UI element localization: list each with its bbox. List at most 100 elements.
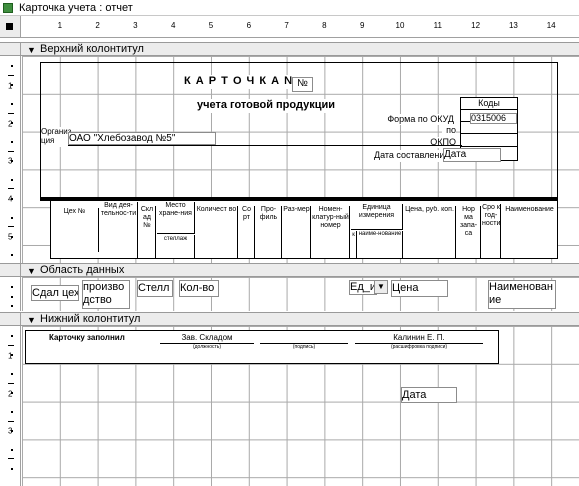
ruler-number: 4 [170, 21, 176, 30]
ruler-tick [11, 305, 13, 308]
okpo-label: ОКПО [424, 137, 456, 148]
ruler-number: 11 [433, 21, 442, 30]
codes-row-okpo [461, 135, 517, 147]
ruler-number: 1 [8, 351, 13, 361]
ruler-number: 10 [395, 21, 405, 30]
report-selector[interactable] [0, 16, 21, 38]
col-header-name: Наименование [502, 206, 557, 258]
date-compiled-label: Дата составлени [374, 150, 446, 162]
okud-code-field[interactable]: 0315006 [470, 113, 517, 124]
page-footer-area: Карточку заполнил Зав. Складом (должност… [22, 326, 579, 486]
ruler-tick [8, 112, 14, 114]
field-shelf[interactable]: Стелл [137, 280, 173, 297]
position-value: Зав. Складом [181, 333, 233, 342]
ruler-number: 3 [8, 156, 13, 166]
filled-by-label: Карточку заполнил [49, 333, 125, 342]
section-arrow-icon: ▼ [27, 315, 36, 325]
field-activity[interactable]: произво дство [82, 280, 130, 309]
ruler-number: 3 [8, 426, 13, 436]
col-header-shop: Цех № [51, 208, 99, 252]
ruler-tick [11, 141, 13, 144]
ruler-tick [11, 65, 13, 68]
ruler-tick [8, 188, 14, 190]
col-subheader-unit-name: наиме-нование [358, 231, 403, 258]
card-number-field[interactable]: № [292, 77, 313, 92]
ruler-number: 2 [95, 21, 100, 30]
ruler-tick [11, 295, 13, 298]
section-title-page-header: Верхний колонтитул [40, 43, 144, 55]
okud-label: Форма по ОКУД [382, 114, 454, 125]
vertical-ruler-detail [0, 277, 21, 311]
field-quantity[interactable]: Кол-во [179, 280, 219, 297]
ruler-tick [11, 467, 13, 470]
col-header-profile: Про-филь [256, 206, 282, 258]
organization-label: Организа ция [41, 127, 71, 147]
ruler-number: 5 [8, 232, 13, 242]
col-header-grade: Со рт [239, 206, 255, 258]
ruler-tick [8, 150, 14, 152]
detail-area: Сдал цех произво дство Стелл Кол-во Ед_и… [22, 277, 579, 311]
ruler-tick [11, 254, 13, 257]
ruler-tick [8, 74, 14, 76]
ruler-tick [11, 178, 13, 181]
ruler-tick [11, 335, 13, 338]
po-label: по [442, 125, 456, 136]
employee-name-caption: (расшифровка подписи) [390, 344, 448, 350]
col-subheader-shelf: стеллаж [157, 235, 195, 258]
col-header-size: Раз-мер [283, 206, 311, 258]
employee-name: Калинин Е. П. [393, 333, 445, 342]
ruler-number: 5 [208, 21, 214, 30]
ruler-number: 9 [359, 21, 365, 30]
position-caption: (должность) [192, 344, 222, 350]
ruler-number: 1 [57, 21, 63, 30]
section-bar-detail[interactable]: ▼ Область данных [0, 263, 579, 277]
section-title-detail: Область данных [40, 264, 125, 276]
section-arrow-icon: ▼ [27, 45, 36, 55]
ruler-tick [8, 382, 14, 384]
section-title-page-footer: Нижний колонтитул [40, 313, 141, 325]
ruler-number: 1 [8, 81, 13, 91]
card-title: К А Р Т О Ч К А № [184, 75, 302, 89]
col-header-activity: Вид дея-тельнос-ти [100, 202, 138, 258]
codes-label: Коды [461, 98, 517, 110]
ruler-number: 14 [546, 21, 556, 30]
report-icon [3, 3, 13, 13]
ruler-number: 12 [471, 21, 481, 30]
ruler-tick [11, 216, 13, 219]
vertical-ruler-header: 1 2 3 4 5 [0, 56, 21, 263]
footer-date-field[interactable]: Дата [401, 387, 457, 403]
organization-field[interactable]: ОАО "Хлебозавод №5" [68, 132, 216, 145]
col-header-unit: Единица измерения [351, 204, 403, 230]
field-price[interactable]: Цена [391, 280, 448, 297]
col-header-price: Цена, руб. коп. [404, 206, 456, 258]
vertical-ruler-footer: 1 2 3 [0, 326, 21, 486]
ruler-tick [8, 226, 14, 228]
section-arrow-icon: ▼ [27, 266, 36, 276]
col-header-quantity: Количест во [196, 206, 238, 258]
col-header-nomenclature: Номен-клатур-ный номер [312, 206, 350, 258]
window-title: Карточка учета : отчет [19, 2, 133, 14]
ruler-tick [11, 373, 13, 376]
card-subtitle: учета готовой продукции [197, 99, 347, 113]
section-bar-lead [0, 313, 21, 325]
ruler-tick [11, 448, 13, 451]
field-name[interactable]: Наименован ие [488, 280, 556, 309]
section-bar-lead [0, 264, 21, 276]
col-header-shelf-life: Сро к год-ности [482, 204, 501, 258]
window-titlebar: Карточка учета : отчет [0, 0, 579, 16]
col-header-stock-norm: Нор ма запа-са [457, 206, 481, 258]
section-bar-page-footer[interactable]: ▼ Нижний колонтитул [0, 312, 579, 326]
ruler-number: 3 [133, 21, 138, 30]
col-header-warehouse: Скл ад № [139, 206, 156, 258]
ruler-number: 7 [284, 21, 289, 30]
ruler-number: 4 [8, 194, 13, 204]
date-compiled-field[interactable]: Дата [443, 148, 501, 162]
section-bar-page-header[interactable]: ▼ Верхний колонтитул [0, 42, 579, 56]
ruler-number: 2 [8, 119, 13, 129]
ruler-tick [11, 411, 13, 414]
field-shop[interactable]: Сдал цех [31, 285, 79, 301]
unit-dropdown-icon[interactable]: ▼ [374, 280, 388, 294]
field-unit[interactable]: Ед_и [349, 280, 377, 295]
col-header-storage: Место хране-ния [157, 202, 195, 234]
codes-row-po [461, 123, 517, 134]
